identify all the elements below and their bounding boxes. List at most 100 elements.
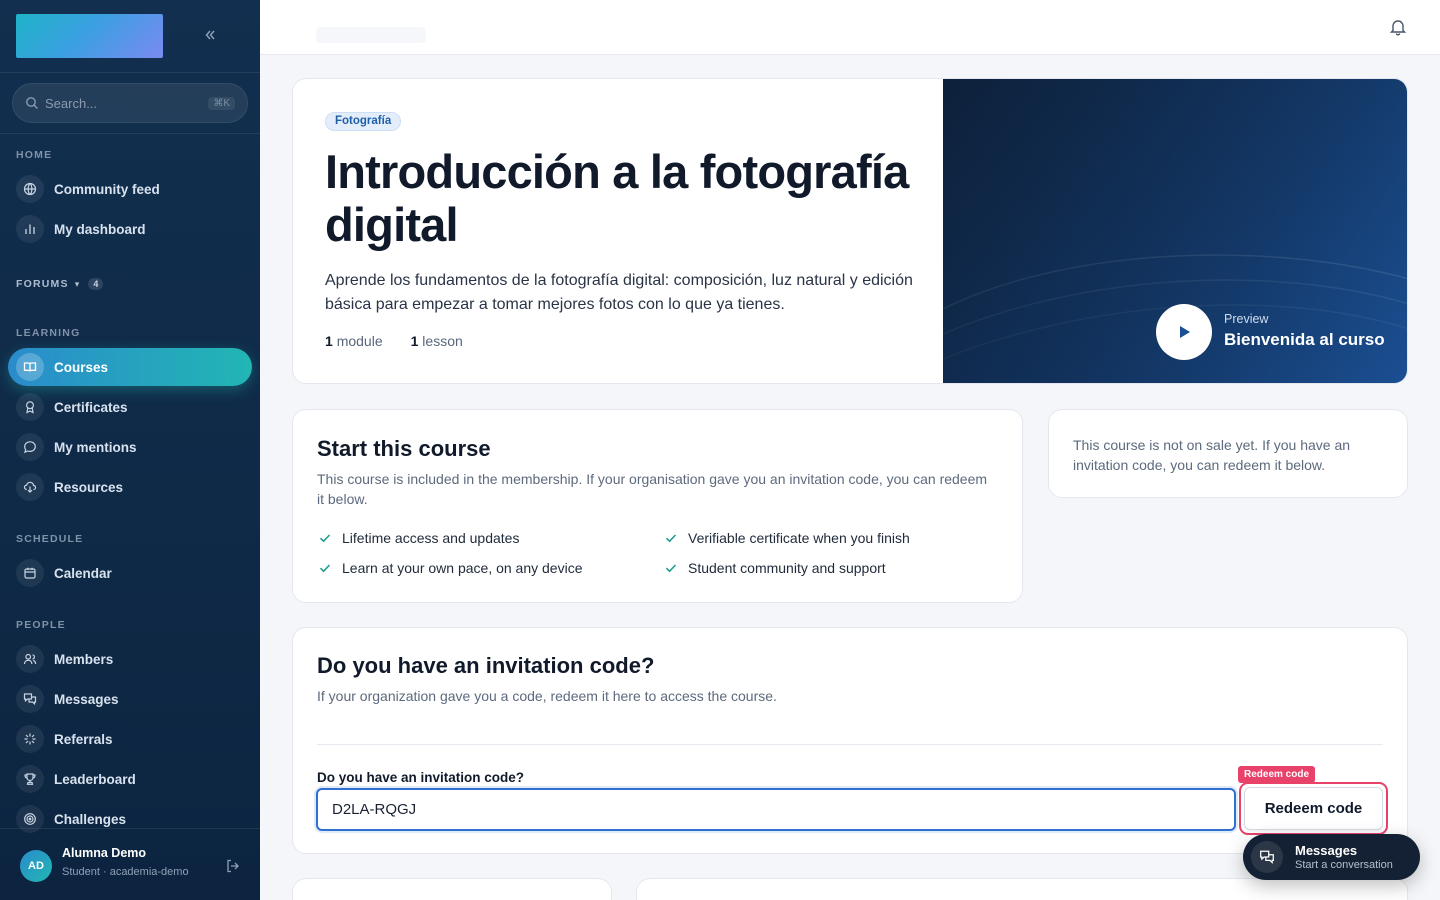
preview-title: Bienvenida al curso — [1224, 330, 1385, 349]
modules-count: 1 module — [325, 333, 383, 349]
check-icon — [319, 564, 331, 573]
messages-icon — [23, 693, 37, 706]
sidebar-item-label: Referrals — [54, 731, 113, 747]
course-meta: 1 module 1 lesson — [325, 333, 463, 349]
sidebar-item-resources[interactable]: Resources — [8, 468, 252, 506]
invite-field-label: Do you have an invitation code? — [317, 770, 525, 785]
sidebar-item-label: My mentions — [54, 439, 137, 455]
play-button[interactable] — [1156, 304, 1212, 360]
forums-section-toggle[interactable]: FORUMS ▾ 4 — [16, 278, 104, 290]
feature-item: Verifiable certificate when you finish — [664, 530, 910, 546]
section-label-schedule: SCHEDULE — [16, 533, 84, 545]
start-description: This course is included in the membershi… — [317, 471, 988, 507]
check-icon — [665, 534, 677, 543]
redeem-code-button[interactable]: Redeem code — [1244, 787, 1383, 830]
collapse-sidebar-button[interactable] — [198, 26, 222, 46]
feature-item: Learn at your own pace, on any device — [318, 560, 583, 576]
not-on-sale-card: This course is not on sale yet. If you h… — [1048, 409, 1408, 498]
users-icon — [23, 653, 37, 665]
section-label-forums: FORUMS — [16, 278, 69, 290]
search-input[interactable]: Search... ⌘K — [12, 83, 248, 123]
divider — [317, 744, 1383, 745]
search-shortcut: ⌘K — [208, 96, 235, 110]
check-icon — [665, 564, 677, 573]
sidebar-item-label: Leaderboard — [54, 771, 136, 787]
avatar: AD — [20, 850, 52, 882]
lessons-count: 1 lesson — [410, 333, 463, 349]
start-title: Start this course — [317, 436, 491, 461]
play-icon — [1180, 326, 1190, 338]
sidebar-item-label: Courses — [54, 359, 109, 375]
sidebar-item-community-feed[interactable]: Community feed — [8, 170, 252, 208]
feature-item: Lifetime access and updates — [318, 530, 519, 546]
highlight-tag: Redeem code — [1238, 766, 1316, 783]
message-circle-icon — [24, 441, 36, 454]
sidebar-item-courses[interactable]: Courses — [8, 348, 252, 386]
invite-subtitle: If your organization gave you a code, re… — [317, 688, 777, 704]
sidebar-item-leaderboard[interactable]: Leaderboard — [8, 760, 252, 798]
sidebar-item-label: Challenges — [54, 811, 127, 827]
not-on-sale-text: This course is not on sale yet. If you h… — [1073, 437, 1351, 473]
sidebar-item-members[interactable]: Members — [8, 640, 252, 678]
sidebar-item-label: Certificates — [54, 399, 128, 415]
section-label-people: PEOPLE — [16, 619, 66, 631]
cloud-download-icon — [23, 481, 37, 493]
sidebar-divider — [0, 133, 260, 134]
trophy-icon — [24, 773, 36, 785]
sidebar-item-label: Calendar — [54, 565, 112, 581]
invitation-code-input[interactable] — [316, 788, 1236, 831]
chevrons-left-icon — [205, 30, 215, 40]
award-icon — [25, 401, 35, 414]
section-label-learning: LEARNING — [16, 327, 81, 339]
user-role: Student · academia-demo — [62, 866, 189, 878]
sparkle-icon — [24, 733, 36, 745]
globe-icon — [23, 182, 37, 196]
bell-icon[interactable] — [1388, 17, 1408, 37]
category-tag[interactable]: Fotografía — [325, 112, 402, 131]
sidebar-divider — [0, 72, 260, 73]
invitation-code-card: Do you have an invitation code? If your … — [292, 627, 1408, 854]
sidebar-item-label: Community feed — [54, 181, 160, 197]
messages-widget[interactable]: Messages Start a conversation — [1243, 834, 1420, 880]
book-open-icon — [23, 362, 37, 372]
invite-title: Do you have an invitation code? — [317, 653, 655, 678]
user-name: Alumna Demo — [62, 846, 147, 860]
sidebar-item-messages[interactable]: Messages — [8, 680, 252, 718]
topbar-placeholder — [316, 27, 426, 43]
search-icon — [26, 97, 38, 109]
course-hero-card: Fotografía Introducción a la fotografía … — [292, 78, 1408, 384]
chevron-down-icon: ▾ — [74, 278, 81, 289]
sidebar-item-certificates[interactable]: Certificates — [8, 388, 252, 426]
check-icon — [319, 534, 331, 543]
redeem-highlight: Redeem code — [1239, 782, 1388, 835]
bar-chart-icon — [25, 224, 35, 234]
preview-label: Preview — [1224, 312, 1269, 326]
messages-widget-title: Messages — [1295, 843, 1358, 858]
sidebar-item-label: Resources — [54, 479, 124, 495]
sidebar-item-my-dashboard[interactable]: My dashboard — [8, 210, 252, 248]
brand-logo[interactable] — [16, 14, 163, 58]
card — [636, 878, 1408, 900]
target-icon — [24, 813, 36, 825]
search-placeholder: Search... — [45, 95, 98, 111]
section-label-home: HOME — [16, 149, 53, 161]
forums-count-badge: 4 — [88, 278, 104, 290]
sidebar: Search... ⌘K HOME Community feed My dash… — [0, 0, 260, 900]
video-preview[interactable]: Preview Bienvenida al curso — [943, 79, 1407, 383]
card — [292, 878, 612, 900]
sidebar-item-label: Messages — [54, 691, 119, 707]
start-course-card: Start this course This course is include… — [292, 409, 1023, 603]
top-bar — [260, 0, 1440, 55]
feature-item: Student community and support — [664, 560, 886, 576]
sidebar-item-my-mentions[interactable]: My mentions — [8, 428, 252, 466]
logout-icon[interactable] — [225, 858, 241, 874]
messages-icon — [1260, 850, 1274, 864]
messages-widget-subtitle: Start a conversation — [1295, 859, 1393, 871]
sidebar-item-label: Members — [54, 651, 114, 667]
user-profile[interactable]: AD Alumna Demo Student · academia-demo — [0, 828, 260, 900]
sidebar-item-referrals[interactable]: Referrals — [8, 720, 252, 758]
calendar-icon — [24, 567, 36, 579]
course-title: Introducción a la fotografía digital — [325, 145, 909, 251]
sidebar-item-calendar[interactable]: Calendar — [8, 554, 252, 592]
sidebar-item-label: My dashboard — [54, 221, 146, 237]
